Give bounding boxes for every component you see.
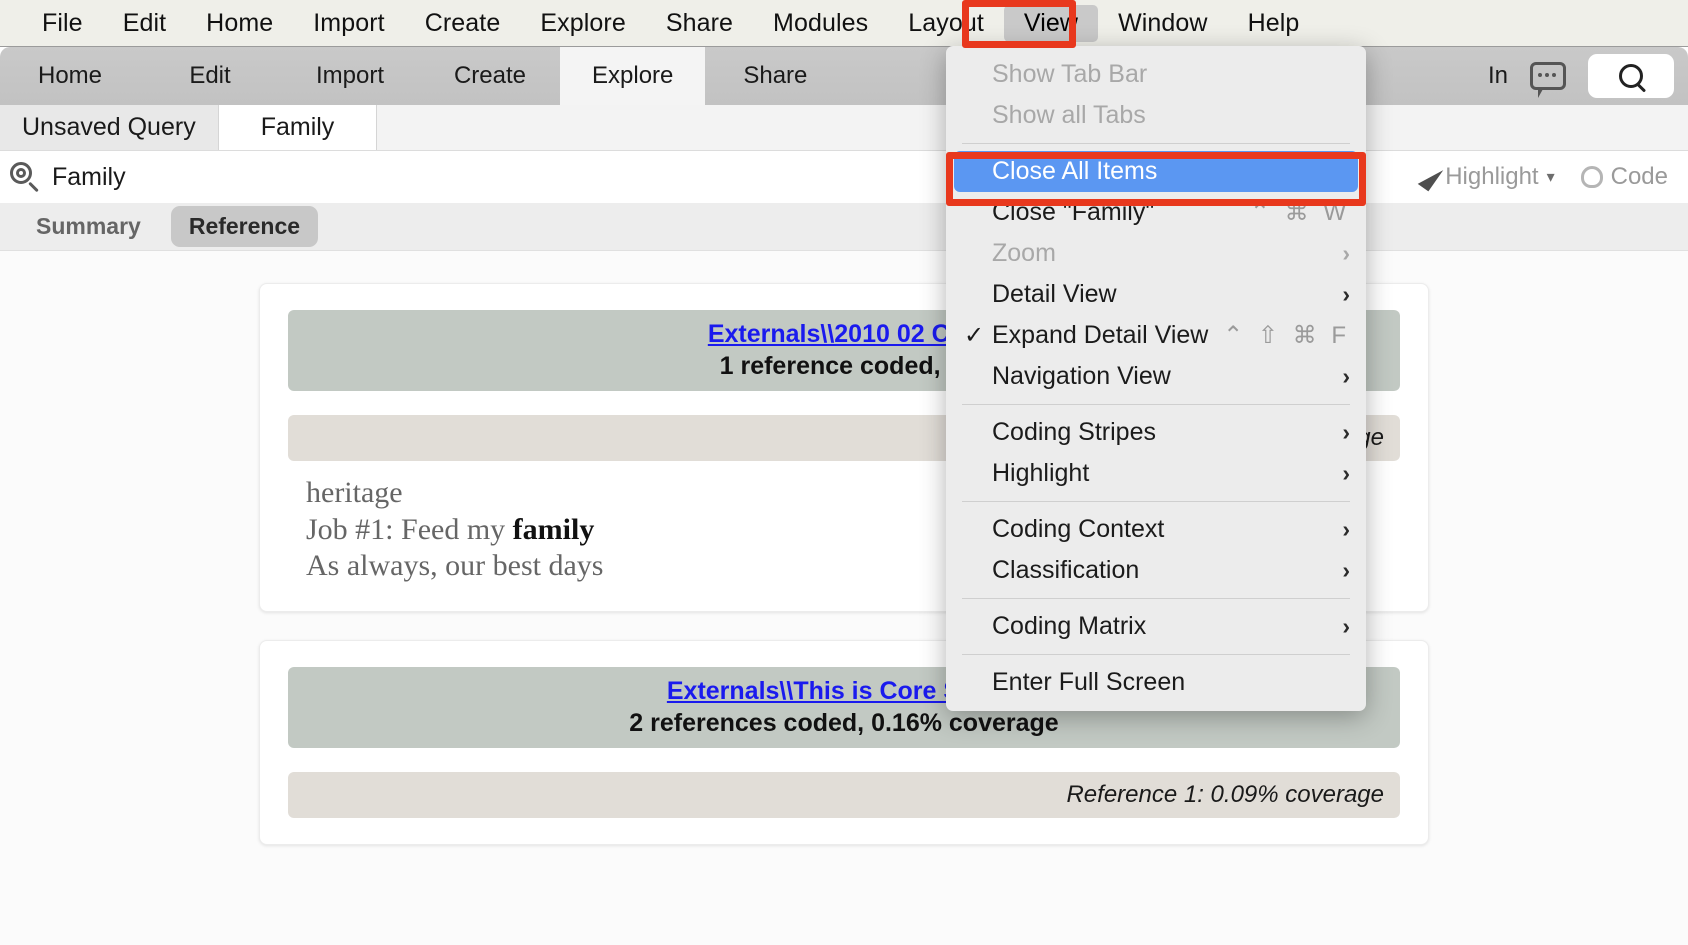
chevron-right-icon: › — [1342, 419, 1350, 445]
ribbon-in-label: In — [1487, 62, 1508, 89]
menu-separator — [962, 404, 1350, 405]
menu-item-expand-detail-view[interactable]: ✓ Expand Detail View ⌃ ⇧ ⌘ F — [946, 315, 1366, 356]
menu-item-zoom: Zoom › — [946, 233, 1366, 274]
menubar-item-share[interactable]: Share — [646, 5, 753, 42]
menu-item-detail-view[interactable]: Detail View › — [946, 274, 1366, 315]
reference-coverage-band: Reference 1: 0.09% coverage — [288, 771, 1400, 818]
menu-item-highlight[interactable]: Highlight › — [946, 453, 1366, 494]
subtab-reference[interactable]: Reference — [170, 206, 319, 247]
item-header: Family Highlight ▾ Code — [0, 151, 1688, 203]
macos-menu-bar: File Edit Home Import Create Explore Share Modu… — [0, 0, 1688, 46]
menu-item-label: Zoom — [992, 239, 1056, 267]
comment-icon[interactable] — [1530, 62, 1566, 98]
ribbon-tab-edit[interactable]: Edit — [140, 47, 280, 105]
menu-separator — [962, 598, 1350, 599]
menu-item-shortcut: ⌃ ⇧ ⌘ F — [1223, 322, 1350, 349]
menubar-item-view[interactable]: View — [1003, 4, 1099, 42]
detail-subtabs: Summary Reference — [0, 203, 1688, 251]
query-tab-unsaved-query[interactable]: Unsaved Query — [0, 105, 219, 150]
menubar-item-file[interactable]: File — [22, 5, 103, 42]
menu-item-label: Close "Family" — [992, 198, 1155, 226]
menu-item-label: Navigation View — [992, 362, 1171, 390]
menu-item-label: Coding Stripes — [992, 418, 1156, 446]
menubar-item-explore[interactable]: Explore — [520, 5, 645, 42]
menu-item-label: Classification — [992, 556, 1140, 584]
ribbon-tab-explore[interactable]: Explore — [560, 47, 706, 105]
menu-item-classification[interactable]: Classification › — [946, 550, 1366, 591]
menu-item-label: Close All Items — [992, 157, 1158, 185]
code-label: Code — [1610, 163, 1668, 190]
menu-item-label: Highlight — [992, 459, 1090, 487]
ribbon-right-tools: In — [1488, 47, 1688, 105]
item-title: Family — [52, 162, 126, 191]
app-window: Home Edit Import Create Explore Share In Unsa… — [0, 46, 1688, 945]
ribbon-tab-bar: Home Edit Import Create Explore Share In — [0, 47, 1688, 105]
highlight-label: Highlight — [1445, 163, 1539, 190]
line-text: As always, our best days — [306, 549, 604, 583]
chevron-right-icon: › — [1342, 240, 1350, 266]
menu-item-coding-matrix[interactable]: Coding Matrix › — [946, 606, 1366, 647]
menu-item-label: Coding Context — [992, 515, 1165, 543]
menubar-item-edit[interactable]: Edit — [103, 5, 186, 42]
subtab-summary[interactable]: Summary — [18, 206, 159, 247]
line-text: heritage — [306, 476, 403, 509]
menu-item-label: Expand Detail View — [992, 321, 1209, 349]
menubar-item-help[interactable]: Help — [1228, 5, 1320, 42]
search-button[interactable] — [1588, 54, 1674, 98]
menu-item-coding-stripes[interactable]: Coding Stripes › — [946, 412, 1366, 453]
chevron-right-icon: › — [1342, 557, 1350, 583]
chevron-right-icon: › — [1342, 363, 1350, 389]
highlight-button[interactable]: Highlight ▾ — [1417, 162, 1555, 192]
menu-separator — [962, 143, 1350, 144]
highlighter-pen-icon — [1417, 162, 1444, 192]
menu-item-coding-context[interactable]: Coding Context › — [946, 509, 1366, 550]
code-button[interactable]: Code — [1580, 163, 1668, 191]
menu-item-show-tab-bar: Show Tab Bar — [946, 54, 1366, 95]
menu-item-shortcut: ⌃ ⌘ W — [1249, 199, 1350, 226]
menu-separator — [962, 654, 1350, 655]
reference-content-area[interactable]: Externals\\2010 02 Coo 1 reference coded,… — [0, 251, 1688, 945]
menubar-item-layout[interactable]: Layout — [888, 5, 1004, 42]
menu-item-show-all-tabs: Show all Tabs — [946, 95, 1366, 136]
menubar-item-import[interactable]: Import — [293, 5, 404, 42]
menu-item-close-all-items[interactable]: Close All Items — [954, 151, 1358, 192]
menu-item-close-family[interactable]: Close "Family" ⌃ ⌘ W — [946, 192, 1366, 233]
menu-item-label: Coding Matrix — [992, 612, 1147, 640]
lightbulb-icon — [1580, 166, 1603, 188]
menu-item-enter-full-screen[interactable]: Enter Full Screen — [946, 662, 1366, 703]
chevron-down-icon: ▾ — [1546, 169, 1555, 186]
checkmark-icon: ✓ — [964, 322, 985, 349]
chevron-right-icon: › — [1342, 460, 1350, 486]
ribbon-tab-share[interactable]: Share — [705, 47, 845, 105]
chevron-right-icon: › — [1342, 516, 1350, 542]
query-tab-strip: Unsaved Query Family — [0, 105, 1688, 151]
chevron-right-icon: › — [1342, 613, 1350, 639]
ribbon-tab-create[interactable]: Create — [420, 47, 560, 105]
menu-item-navigation-view[interactable]: Navigation View › — [946, 356, 1366, 397]
header-tools: Highlight ▾ Code — [1417, 162, 1688, 192]
menu-item-label: Show Tab Bar — [992, 60, 1148, 88]
ribbon-tab-import[interactable]: Import — [280, 47, 420, 105]
menu-item-label: Enter Full Screen — [992, 668, 1186, 696]
menubar-item-window[interactable]: Window — [1098, 5, 1228, 42]
menu-item-label: Show all Tabs — [992, 101, 1146, 129]
menu-item-label: Detail View — [992, 280, 1117, 308]
search-icon — [1619, 64, 1643, 88]
source-coverage-meta: 2 references coded, 0.16% coverage — [629, 708, 1059, 737]
menubar-item-create[interactable]: Create — [405, 5, 521, 42]
view-dropdown-menu: Show Tab Bar Show all Tabs Close All Items… — [946, 46, 1366, 711]
query-tab-family[interactable]: Family — [218, 105, 378, 150]
query-icon — [10, 162, 40, 193]
chevron-right-icon: › — [1342, 281, 1350, 307]
menubar-item-home[interactable]: Home — [186, 5, 293, 42]
line-keyword: family — [512, 512, 595, 546]
menubar-item-modules[interactable]: Modules — [753, 5, 888, 42]
ribbon-tab-home[interactable]: Home — [0, 47, 140, 105]
line-text: Job #1: Feed my — [306, 512, 513, 546]
menu-separator — [962, 501, 1350, 502]
